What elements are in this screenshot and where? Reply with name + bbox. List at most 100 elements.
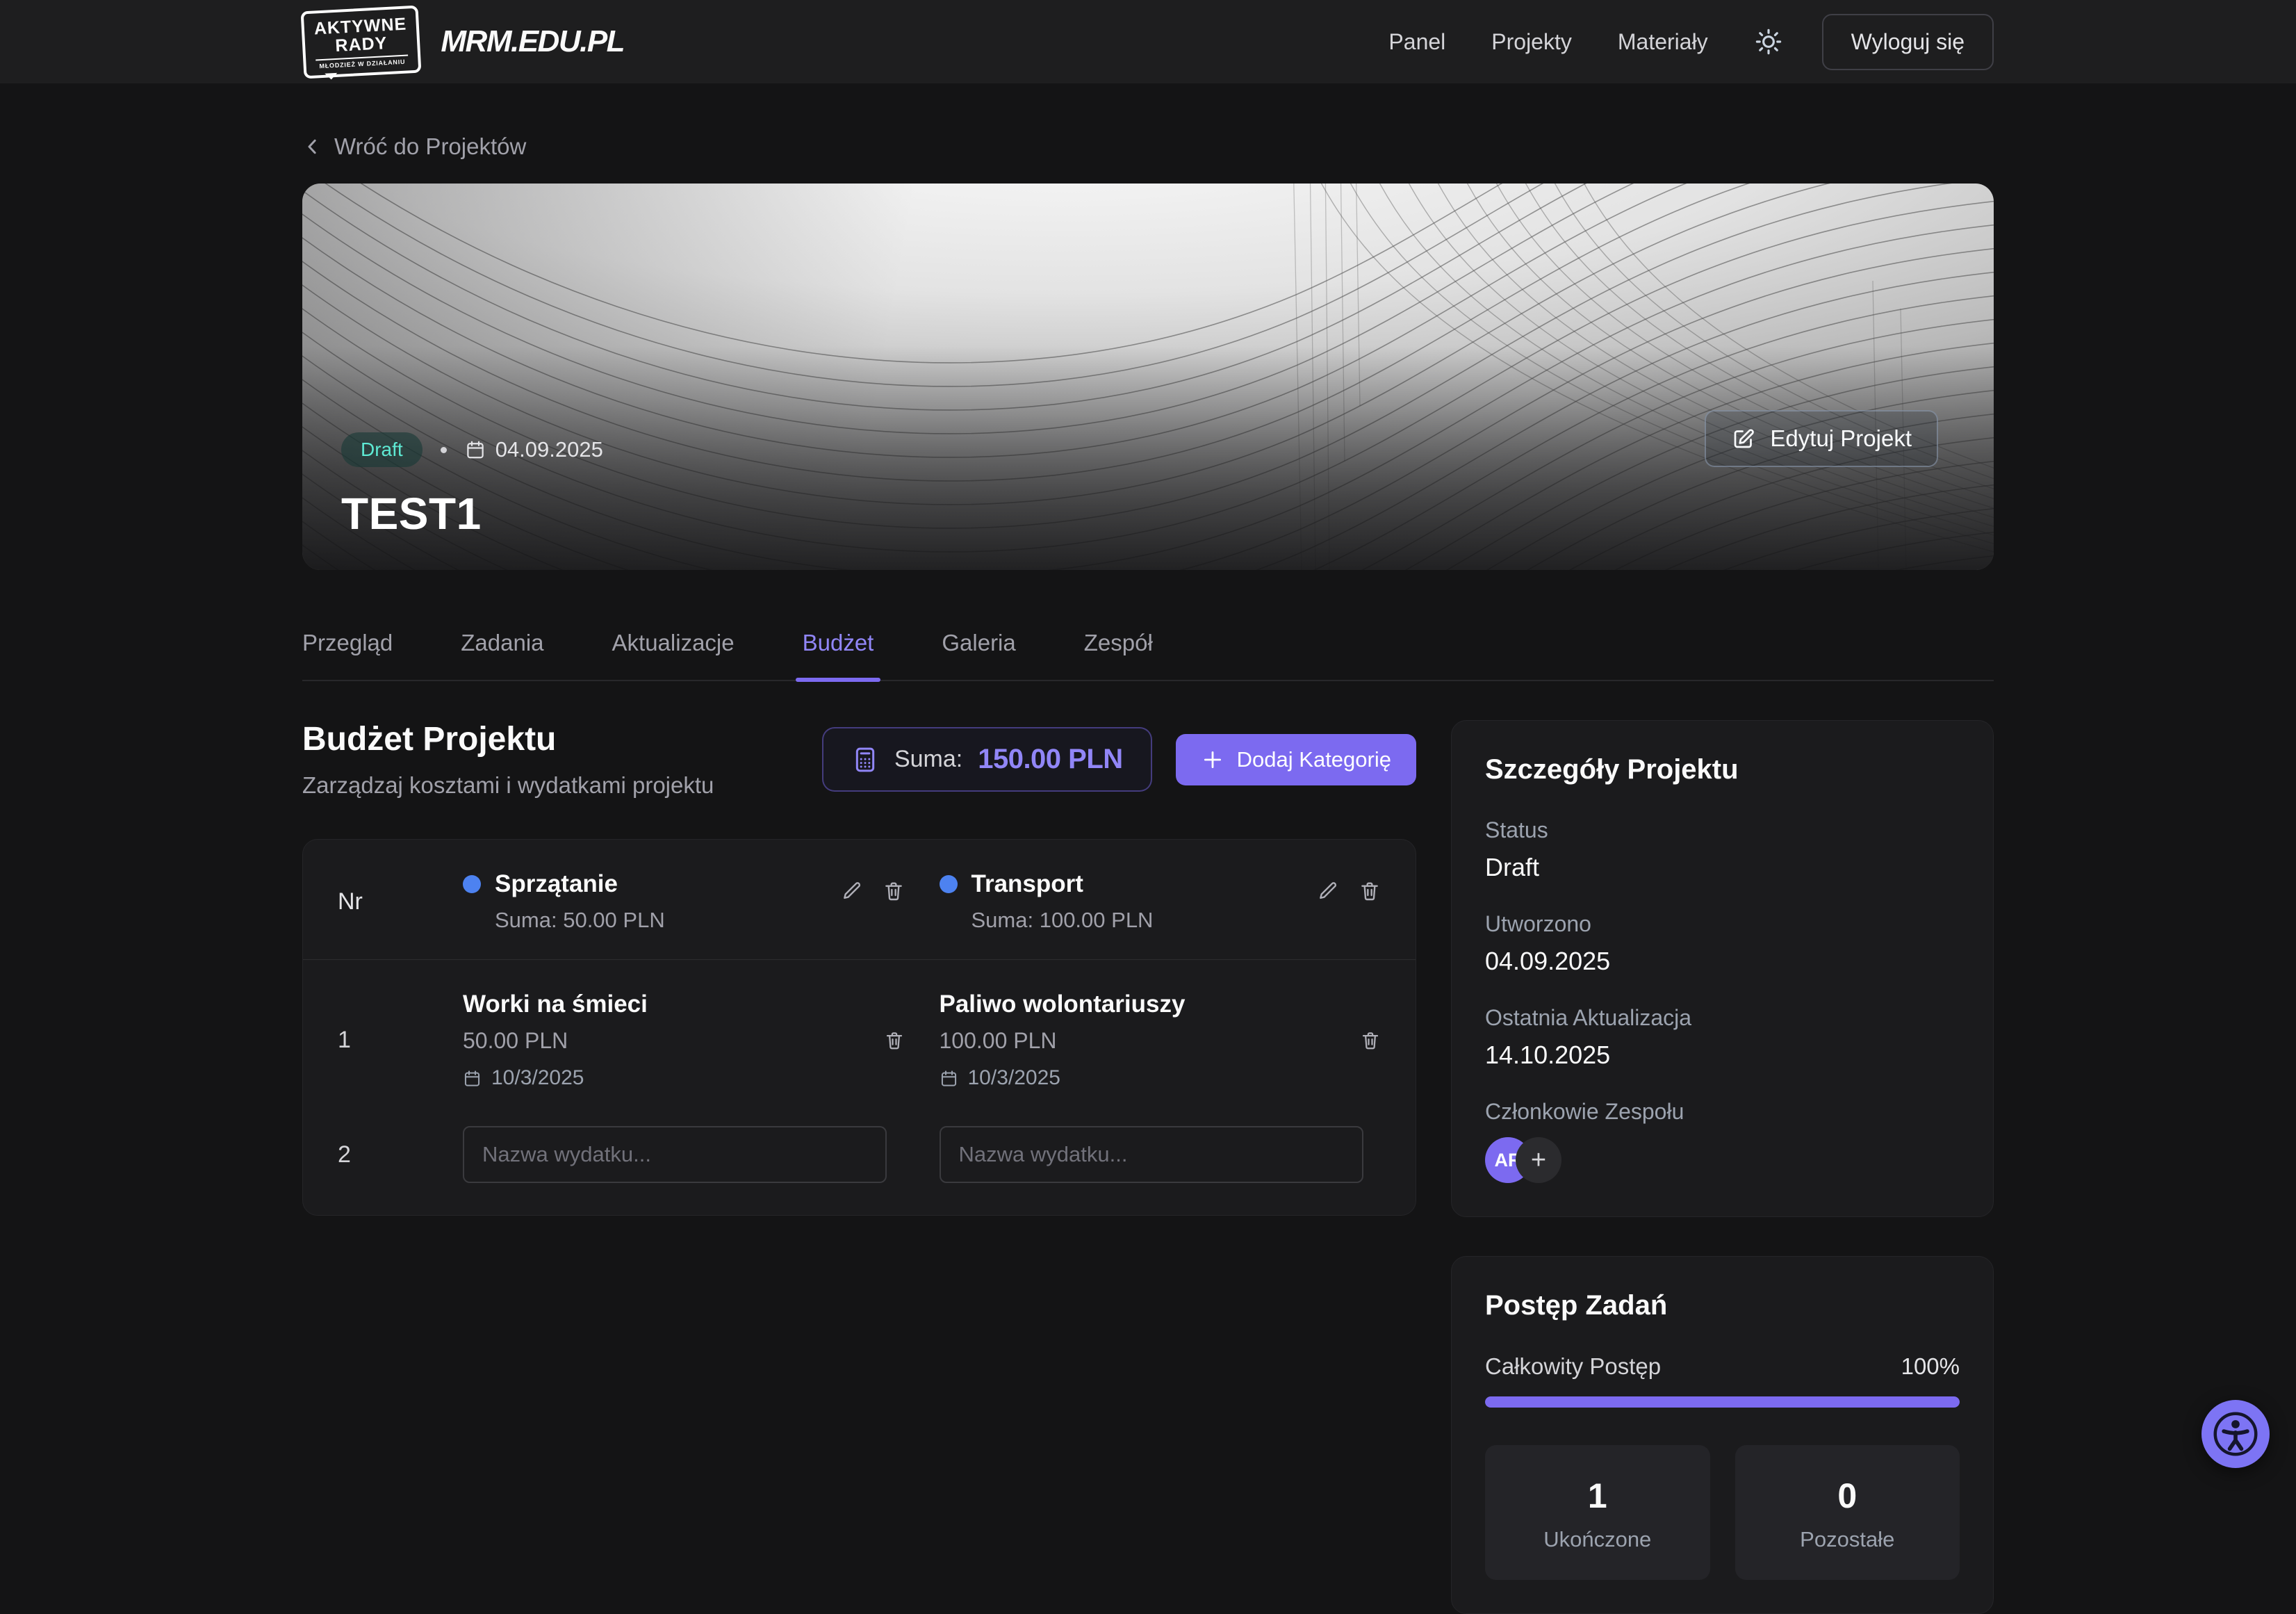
- expense-date: 10/3/2025: [940, 1066, 1186, 1090]
- nav-item-panel[interactable]: Panel: [1388, 29, 1445, 55]
- project-hero-banner: Draft 04.09.2025 TEST1 Edytuj Projekt: [302, 184, 1994, 570]
- progress-bar-track: [1485, 1396, 1960, 1408]
- chevron-left-icon: [302, 136, 323, 157]
- new-expense-input[interactable]: [463, 1126, 887, 1183]
- nav-item-projekty[interactable]: Projekty: [1491, 29, 1572, 55]
- completed-count: 1: [1485, 1476, 1710, 1516]
- created-label: Utworzono: [1485, 911, 1960, 937]
- category-sum: Suma: 50.00 PLN: [495, 908, 665, 933]
- calendar-icon: [465, 439, 486, 460]
- remaining-stat-box: 0 Pozostałe: [1735, 1445, 1960, 1580]
- sun-icon: [1754, 27, 1783, 56]
- expense-item: Paliwo wolontariuszy 100.00 PLN 10/3/202…: [940, 991, 1381, 1090]
- remaining-count: 0: [1735, 1476, 1960, 1516]
- top-navigation-bar: AKTYWNE RADY MŁODZIEŻ W DZIAŁANIU MRM.ED…: [0, 0, 2296, 83]
- accessibility-person-icon: [2211, 1409, 2261, 1459]
- category-sum: Suma: 100.00 PLN: [971, 908, 1154, 933]
- budget-table-card: Nr Sprzątanie Suma: 50.00 PLN: [302, 839, 1416, 1216]
- status-value: Draft: [1485, 853, 1960, 882]
- tab-zespol[interactable]: Zespół: [1084, 630, 1153, 680]
- status-label: Status: [1485, 817, 1960, 843]
- tab-zadania[interactable]: Zadania: [461, 630, 543, 680]
- main-nav: Panel Projekty Materiały: [1388, 29, 1707, 55]
- project-details-card: Szczegóły Projektu Status Draft Utworzon…: [1451, 720, 1994, 1217]
- expense-name: Worki na śmieci: [463, 991, 648, 1018]
- tab-galeria[interactable]: Galeria: [942, 630, 1015, 680]
- project-tabs: Przegląd Zadania Aktualizacje Budżet Gal…: [302, 630, 1994, 681]
- remaining-label: Pozostałe: [1735, 1527, 1960, 1552]
- new-expense-row: 2: [303, 1090, 1416, 1183]
- budget-sum-badge: Suma: 150.00 PLN: [822, 727, 1152, 792]
- plus-icon: [1201, 748, 1224, 772]
- row-number: 1: [338, 1027, 428, 1054]
- edit-project-label: Edytuj Projekt: [1770, 425, 1912, 452]
- edit-icon: [1731, 426, 1756, 451]
- expense-name: Paliwo wolontariuszy: [940, 991, 1186, 1018]
- tab-budzet[interactable]: Budżet: [803, 630, 874, 680]
- badge-subtext: MŁODZIEŻ W DZIAŁANIU: [315, 54, 409, 70]
- new-expense-input[interactable]: [940, 1126, 1363, 1183]
- status-badge: Draft: [341, 432, 423, 467]
- edit-category-button[interactable]: [841, 880, 863, 902]
- sum-label: Suma:: [894, 746, 962, 773]
- calendar-icon: [463, 1069, 482, 1088]
- total-progress-label: Całkowity Postęp: [1485, 1353, 1661, 1380]
- project-date: 04.09.2025: [465, 437, 603, 462]
- progress-bar-fill: [1485, 1396, 1960, 1408]
- add-category-label: Dodaj Kategorię: [1237, 747, 1391, 772]
- nr-column-header: Nr: [338, 888, 428, 915]
- add-category-button[interactable]: Dodaj Kategorię: [1176, 734, 1416, 785]
- sum-value: 150.00 PLN: [978, 744, 1122, 775]
- delete-category-button[interactable]: [1359, 880, 1381, 902]
- category-name: Sprzątanie: [495, 870, 618, 898]
- back-to-projects-link[interactable]: Wróć do Projektów: [302, 133, 526, 160]
- logout-button[interactable]: Wyloguj się: [1822, 14, 1994, 70]
- accessibility-widget-button[interactable]: [2201, 1400, 2270, 1468]
- members-label: Członkowie Zespołu: [1485, 1099, 1960, 1125]
- calendar-icon: [940, 1069, 958, 1088]
- back-to-projects-label: Wróć do Projektów: [334, 133, 526, 160]
- separator-dot: [441, 447, 447, 453]
- project-details-title: Szczegóły Projektu: [1485, 754, 1960, 785]
- expense-date: 10/3/2025: [463, 1066, 648, 1090]
- updated-label: Ostatnia Aktualizacja: [1485, 1005, 1960, 1031]
- edit-project-button[interactable]: Edytuj Projekt: [1705, 410, 1938, 467]
- expense-row-1: 1 Worki na śmieci 50.00 PLN 10/3/2025: [303, 960, 1416, 1090]
- delete-expense-button[interactable]: [884, 1030, 905, 1051]
- delete-category-button[interactable]: [883, 880, 905, 902]
- created-value: 04.09.2025: [1485, 947, 1960, 976]
- theme-toggle-button[interactable]: [1754, 27, 1783, 56]
- category-header-sprzatanie: Sprzątanie Suma: 50.00 PLN: [463, 870, 905, 933]
- category-color-dot: [463, 875, 481, 893]
- calculator-icon: [851, 746, 879, 774]
- completed-label: Ukończone: [1485, 1527, 1710, 1552]
- add-member-button[interactable]: +: [1516, 1137, 1561, 1183]
- row-number: 2: [338, 1141, 428, 1168]
- category-name: Transport: [971, 870, 1083, 898]
- updated-value: 14.10.2025: [1485, 1041, 1960, 1070]
- brand-logo[interactable]: AKTYWNE RADY MŁODZIEŻ W DZIAŁANIU MRM.ED…: [302, 8, 624, 76]
- total-progress-percent: 100%: [1901, 1353, 1960, 1380]
- project-title: TEST1: [341, 488, 603, 539]
- aktywne-rady-badge-logo: AKTYWNE RADY MŁODZIEŻ W DZIAŁANIU: [301, 5, 422, 79]
- expense-amount: 100.00 PLN: [940, 1028, 1186, 1054]
- category-color-dot: [940, 875, 958, 893]
- category-header-transport: Transport Suma: 100.00 PLN: [940, 870, 1381, 933]
- task-progress-card: Postęp Zadań Całkowity Postęp 100% 1 Uko…: [1451, 1256, 1994, 1614]
- tab-przeglad[interactable]: Przegląd: [302, 630, 393, 680]
- completed-stat-box: 1 Ukończone: [1485, 1445, 1710, 1580]
- expense-amount: 50.00 PLN: [463, 1028, 648, 1054]
- delete-expense-button[interactable]: [1360, 1030, 1381, 1051]
- budget-table-header: Nr Sprzątanie Suma: 50.00 PLN: [303, 840, 1416, 959]
- budget-section-subtitle: Zarządzaj kosztami i wydatkami projektu: [302, 772, 714, 799]
- budget-section-title: Budżet Projektu: [302, 720, 714, 758]
- brand-name: MRM.EDU.PL: [441, 24, 624, 59]
- edit-category-button[interactable]: [1317, 880, 1339, 902]
- tab-aktualizacje[interactable]: Aktualizacje: [612, 630, 735, 680]
- task-progress-title: Postęp Zadań: [1485, 1290, 1960, 1321]
- expense-date-text: 10/3/2025: [491, 1066, 584, 1090]
- nav-item-materialy[interactable]: Materiały: [1618, 29, 1708, 55]
- expense-date-text: 10/3/2025: [968, 1066, 1060, 1090]
- project-date-text: 04.09.2025: [495, 437, 603, 462]
- expense-item: Worki na śmieci 50.00 PLN 10/3/2025: [463, 991, 905, 1090]
